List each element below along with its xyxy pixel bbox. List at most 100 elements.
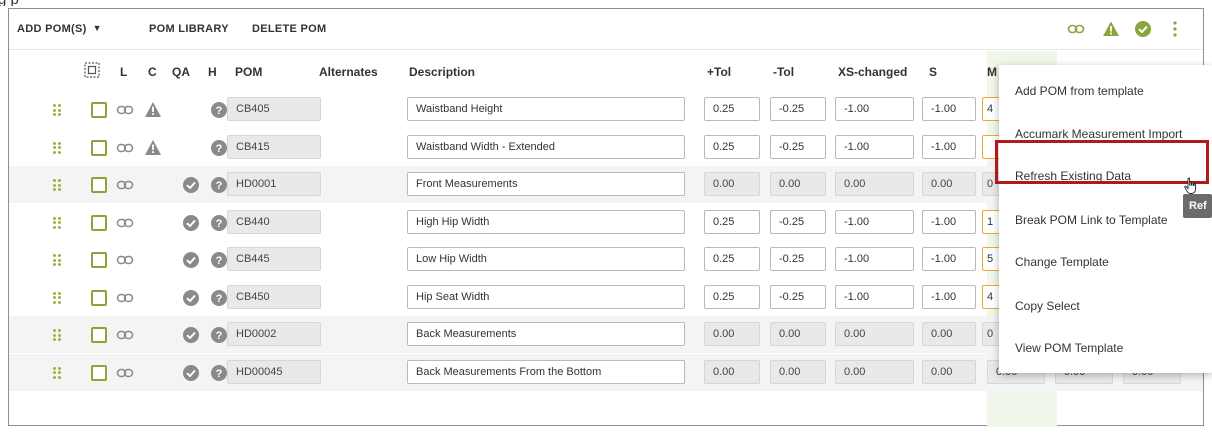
menu-item-refresh-existing-data[interactable]: Refresh Existing Data: [999, 169, 1212, 183]
help-icon[interactable]: ?: [210, 101, 228, 119]
drag-handle-icon[interactable]: [53, 179, 61, 191]
pom-code-field[interactable]: CB450: [227, 284, 321, 309]
warning-icon[interactable]: [1102, 20, 1120, 38]
xs-changed-field[interactable]: -1.00: [835, 134, 914, 159]
row-checkbox[interactable]: [91, 177, 107, 193]
row-checkbox[interactable]: [91, 289, 107, 306]
link-icon[interactable]: [116, 177, 134, 193]
help-icon[interactable]: ?: [210, 139, 228, 157]
select-all-icon[interactable]: [84, 62, 100, 78]
pom-code-field[interactable]: CB405: [227, 97, 321, 121]
menu-item-break-pom-link[interactable]: Break POM Link to Template: [999, 213, 1212, 227]
add-pom-dropdown[interactable]: ADD POM(S) ▼: [17, 23, 102, 35]
drag-handle-icon[interactable]: [53, 216, 61, 229]
plus-tol-field[interactable]: 0.25: [704, 97, 760, 121]
link-icon[interactable]: [1067, 20, 1085, 38]
xs-changed-field[interactable]: 0.00: [835, 359, 914, 384]
help-icon[interactable]: ?: [210, 364, 228, 382]
link-icon[interactable]: [116, 365, 134, 381]
plus-tol-field[interactable]: 0.25: [704, 247, 760, 271]
description-field[interactable]: Low Hip Width: [407, 247, 685, 271]
s-field[interactable]: -1.00: [922, 97, 976, 121]
pom-code-field[interactable]: CB440: [227, 209, 321, 234]
help-icon[interactable]: ?: [210, 289, 228, 307]
menu-item-add-pom-from-template[interactable]: Add POM from template: [999, 84, 1212, 98]
plus-tol-field[interactable]: 0.25: [704, 284, 760, 309]
description-field[interactable]: Waistband Width - Extended: [407, 134, 685, 159]
pom-code-field[interactable]: HD0002: [227, 322, 321, 346]
minus-tol-field[interactable]: -0.25: [770, 134, 826, 159]
check-circle-icon[interactable]: [182, 214, 200, 232]
check-circle-icon[interactable]: [182, 251, 200, 269]
link-icon[interactable]: [116, 327, 134, 343]
minus-tol-field[interactable]: 0.00: [770, 322, 826, 346]
description-field[interactable]: Back Measurements: [407, 322, 685, 346]
plus-tol-field[interactable]: 0.00: [704, 359, 760, 384]
s-field[interactable]: 0.00: [922, 359, 976, 384]
link-icon[interactable]: [116, 290, 134, 306]
check-circle-icon[interactable]: [182, 176, 200, 194]
menu-item-copy-select[interactable]: Copy Select: [999, 299, 1212, 313]
check-circle-icon[interactable]: [182, 326, 200, 344]
drag-handle-icon[interactable]: [53, 254, 61, 266]
s-field[interactable]: 0.00: [922, 172, 976, 196]
plus-tol-field[interactable]: 0.25: [704, 209, 760, 234]
plus-tol-field[interactable]: 0.00: [704, 172, 760, 196]
check-circle-icon[interactable]: [1134, 20, 1152, 38]
more-vert-icon[interactable]: [1166, 20, 1184, 38]
s-field[interactable]: -1.00: [922, 284, 976, 309]
minus-tol-field[interactable]: 0.00: [770, 359, 826, 384]
row-checkbox[interactable]: [91, 102, 107, 118]
row-checkbox[interactable]: [91, 139, 107, 156]
s-field[interactable]: 0.00: [922, 322, 976, 346]
minus-tol-field[interactable]: -0.25: [770, 284, 826, 309]
xs-changed-field[interactable]: -1.00: [835, 209, 914, 234]
plus-tol-field[interactable]: 0.25: [704, 134, 760, 159]
plus-tol-field[interactable]: 0.00: [704, 322, 760, 346]
minus-tol-field[interactable]: 0.00: [770, 172, 826, 196]
drag-handle-icon[interactable]: [53, 104, 61, 116]
drag-handle-icon[interactable]: [53, 366, 61, 379]
row-checkbox[interactable]: [91, 327, 107, 343]
help-icon[interactable]: ?: [210, 214, 228, 232]
link-icon[interactable]: [116, 140, 134, 156]
row-checkbox[interactable]: [91, 214, 107, 231]
description-field[interactable]: Front Measurements: [407, 172, 685, 196]
help-icon[interactable]: ?: [210, 326, 228, 344]
pom-library-button[interactable]: POM LIBRARY: [149, 23, 229, 35]
drag-handle-icon[interactable]: [53, 329, 61, 341]
pom-code-field[interactable]: HD0001: [227, 172, 321, 196]
xs-changed-field[interactable]: 0.00: [835, 322, 914, 346]
description-field[interactable]: Hip Seat Width: [407, 284, 685, 309]
description-field[interactable]: Waistband Height: [407, 97, 685, 121]
s-field[interactable]: -1.00: [922, 247, 976, 271]
description-field[interactable]: High Hip Width: [407, 209, 685, 234]
minus-tol-field[interactable]: -0.25: [770, 97, 826, 121]
delete-pom-button[interactable]: DELETE POM: [252, 23, 327, 35]
xs-changed-field[interactable]: -1.00: [835, 97, 914, 121]
warning-icon[interactable]: [144, 139, 162, 156]
menu-item-accumark-import[interactable]: Accumark Measurement Import: [999, 127, 1212, 141]
s-field[interactable]: -1.00: [922, 134, 976, 159]
xs-changed-field[interactable]: 0.00: [835, 172, 914, 196]
pom-code-field[interactable]: CB445: [227, 247, 321, 271]
warning-icon[interactable]: [144, 101, 162, 118]
link-icon[interactable]: [116, 252, 134, 268]
row-checkbox[interactable]: [91, 252, 107, 268]
check-circle-icon[interactable]: [182, 289, 200, 307]
menu-item-view-pom-template[interactable]: View POM Template: [999, 341, 1212, 355]
row-checkbox[interactable]: [91, 364, 107, 381]
link-icon[interactable]: [116, 102, 134, 118]
description-field[interactable]: Back Measurements From the Bottom: [407, 359, 685, 384]
minus-tol-field[interactable]: -0.25: [770, 247, 826, 271]
xs-changed-field[interactable]: -1.00: [835, 284, 914, 309]
link-icon[interactable]: [116, 215, 134, 231]
help-icon[interactable]: ?: [210, 176, 228, 194]
drag-handle-icon[interactable]: [53, 291, 61, 304]
drag-handle-icon[interactable]: [53, 141, 61, 154]
pom-code-field[interactable]: HD00045: [227, 359, 321, 384]
check-circle-icon[interactable]: [182, 364, 200, 382]
help-icon[interactable]: ?: [210, 251, 228, 269]
minus-tol-field[interactable]: -0.25: [770, 209, 826, 234]
xs-changed-field[interactable]: -1.00: [835, 247, 914, 271]
